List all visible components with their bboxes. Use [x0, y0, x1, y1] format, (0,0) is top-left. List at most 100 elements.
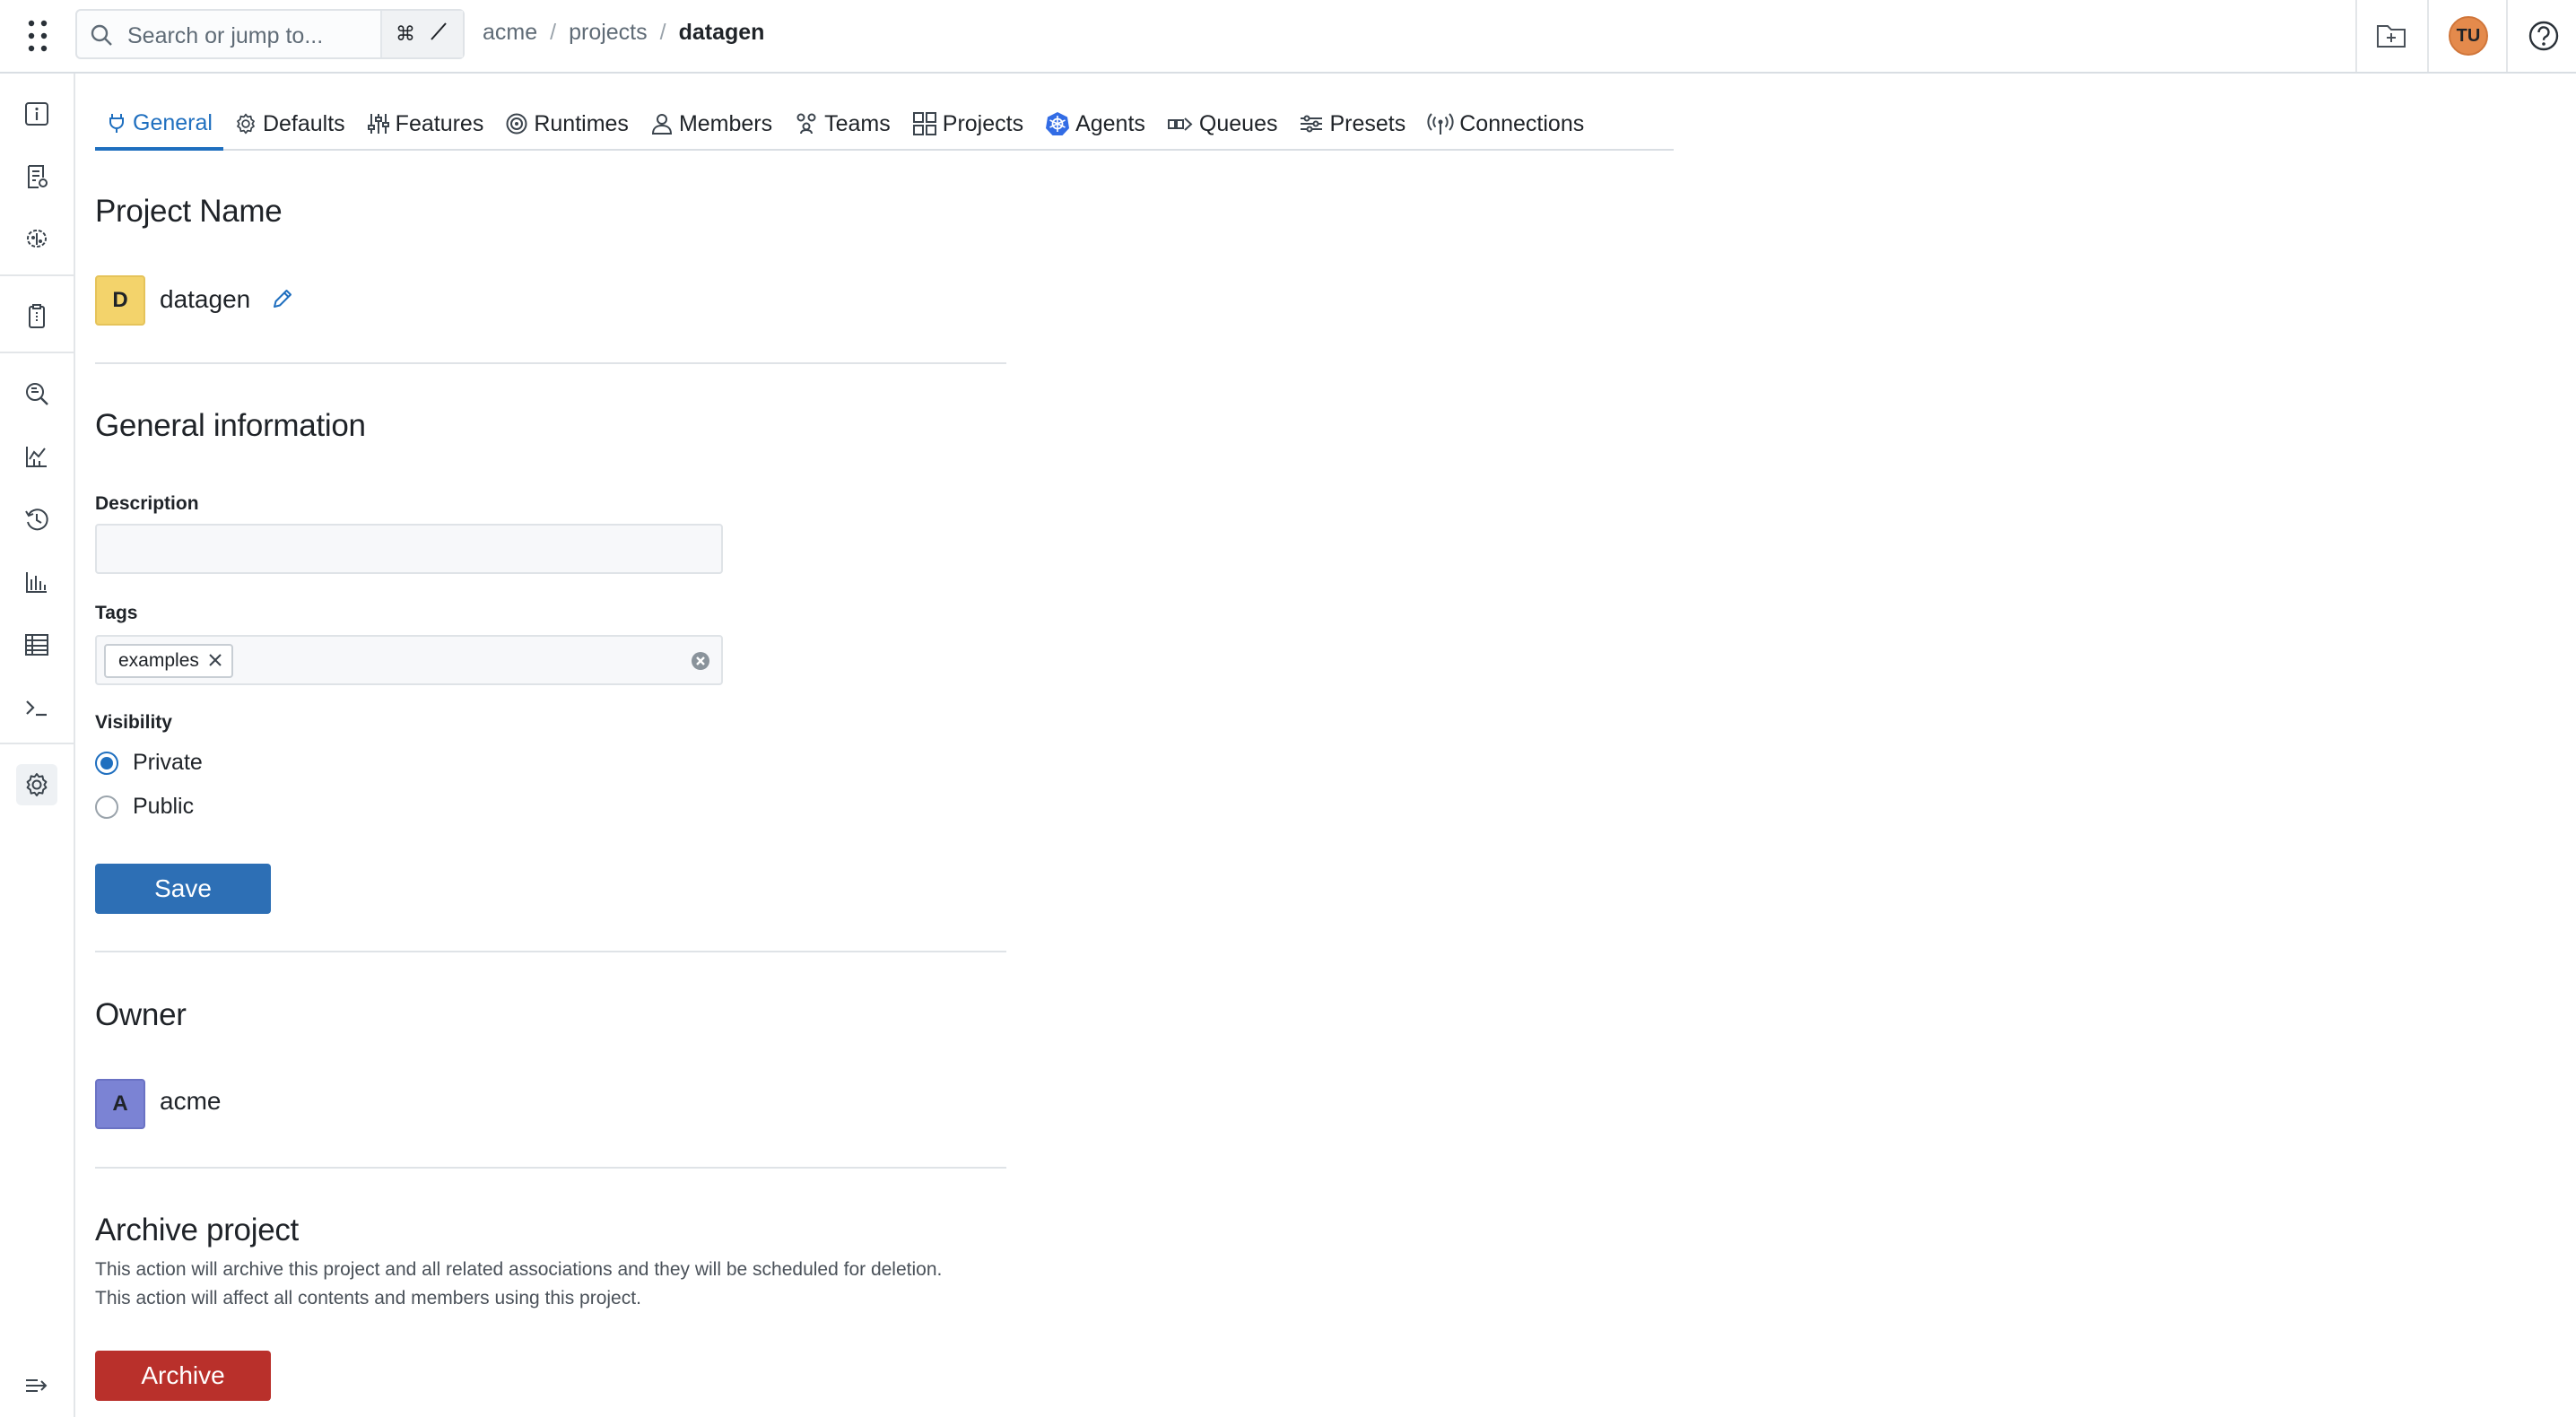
history-icon[interactable] [16, 499, 57, 540]
tags-label: Tags [95, 603, 138, 623]
divider [2506, 0, 2508, 72]
slash-key [428, 21, 449, 48]
project-avatar: D [95, 275, 145, 326]
tab-label: Agents [1075, 110, 1145, 136]
kubernetes-icon [1046, 112, 1070, 135]
private-radio[interactable] [95, 751, 118, 775]
breadcrumb-separator: / [550, 20, 557, 45]
tab-projects[interactable]: Projects [901, 99, 1034, 149]
clipboard-icon[interactable] [16, 296, 57, 337]
tab-label: Projects [942, 110, 1024, 136]
search-input[interactable]: Search or jump to... ⌘ [75, 9, 465, 59]
help-icon[interactable] [2524, 16, 2563, 56]
sliders-icon [367, 114, 389, 134]
brain-icon[interactable] [16, 219, 57, 260]
archive-heading: Archive project [95, 1213, 299, 1247]
tab-runtimes[interactable]: Runtimes [494, 99, 640, 149]
collapse-sidebar-icon[interactable] [16, 1365, 57, 1406]
person-icon [651, 114, 672, 135]
document-settings-icon[interactable] [16, 156, 57, 197]
tab-defaults[interactable]: Defaults [223, 99, 356, 149]
tab-label: Queues [1198, 110, 1278, 136]
section-divider [95, 1167, 1006, 1169]
cmd-key: ⌘ [396, 22, 415, 45]
project-name-text: datagen [160, 285, 251, 313]
breadcrumb-projects[interactable]: projects [569, 20, 648, 46]
tab-members[interactable]: Members [640, 99, 783, 149]
terminal-icon[interactable] [16, 687, 57, 728]
chart-icon[interactable] [16, 436, 57, 477]
owner-heading: Owner [95, 997, 187, 1032]
tab-general[interactable]: General [95, 99, 223, 151]
search-shortcut: ⌘ [380, 11, 463, 57]
breadcrumb-datagen[interactable]: datagen [679, 20, 765, 46]
clear-tags-icon[interactable] [689, 649, 712, 673]
edit-pencil-icon[interactable] [271, 287, 294, 310]
archive-button[interactable]: Archive [95, 1351, 271, 1401]
tag-chip-label: examples [118, 650, 199, 671]
top-bar: Search or jump to... ⌘ acme / projects /… [0, 0, 2576, 74]
description-label: Description [95, 493, 199, 514]
private-label: Private [133, 750, 203, 775]
owner-name[interactable]: acme [160, 1087, 221, 1116]
rail-divider [0, 352, 74, 353]
plug-icon [109, 114, 124, 133]
rail-divider [0, 274, 74, 276]
search-icon [90, 23, 113, 51]
remove-tag-icon[interactable] [208, 649, 222, 673]
search-analytics-icon[interactable] [16, 373, 57, 414]
info-icon[interactable] [16, 93, 57, 135]
divider [2427, 0, 2429, 72]
target-icon [506, 113, 527, 135]
divider [2355, 0, 2357, 72]
tab-label: Connections [1459, 110, 1585, 136]
search-placeholder: Search or jump to... [127, 23, 324, 48]
tab-presets[interactable]: Presets [1288, 99, 1416, 149]
tab-label: Members [678, 110, 773, 136]
tab-agents[interactable]: Agents [1034, 99, 1156, 149]
breadcrumb-acme[interactable]: acme [483, 20, 537, 46]
left-rail [0, 74, 75, 1417]
tags-field[interactable]: examples [95, 635, 723, 685]
team-icon [796, 113, 816, 135]
tab-label: Teams [824, 110, 891, 136]
user-avatar[interactable]: TU [2449, 16, 2488, 56]
general-info-heading: General information [95, 408, 366, 443]
archive-description-line2: This action will affect all contents and… [95, 1288, 641, 1308]
section-divider [95, 951, 1006, 952]
tab-teams[interactable]: Teams [783, 99, 901, 149]
queue-icon [1167, 117, 1193, 131]
table-icon[interactable] [16, 624, 57, 665]
owner-avatar: A [95, 1079, 145, 1129]
project-name-heading: Project Name [95, 194, 283, 229]
tab-connections[interactable]: Connections [1416, 99, 1595, 149]
save-button[interactable]: Save [95, 864, 271, 914]
apps-menu-icon[interactable] [20, 18, 56, 54]
archive-description-line1: This action will archive this project an… [95, 1259, 943, 1280]
gear-icon [237, 113, 255, 135]
public-radio[interactable] [95, 795, 118, 819]
tag-chip: examples [104, 644, 233, 678]
grid-icon [912, 112, 936, 135]
tab-features[interactable]: Features [356, 99, 495, 149]
visibility-label: Visibility [95, 712, 172, 733]
tab-label: Features [395, 110, 484, 136]
settings-icon[interactable] [16, 764, 57, 805]
broadcast-icon [1427, 113, 1454, 135]
visibility-private-option[interactable]: Private [95, 750, 203, 776]
breadcrumb: acme / projects / datagen [483, 20, 764, 46]
breadcrumb-separator: / [659, 20, 666, 45]
settings-tabs: General Defaults Features Runtimes Membe… [95, 99, 1674, 151]
presets-icon [1301, 115, 1323, 133]
new-folder-icon[interactable] [2371, 18, 2411, 54]
description-field[interactable] [95, 524, 723, 574]
section-divider [95, 362, 1006, 364]
tab-queues[interactable]: Queues [1156, 99, 1289, 149]
rail-divider [0, 743, 74, 744]
tab-label: Presets [1329, 110, 1406, 136]
tab-label: General [133, 109, 213, 135]
tab-label: Defaults [262, 110, 345, 136]
public-label: Public [133, 794, 195, 819]
bar-chart-icon[interactable] [16, 561, 57, 603]
visibility-public-option[interactable]: Public [95, 794, 194, 820]
